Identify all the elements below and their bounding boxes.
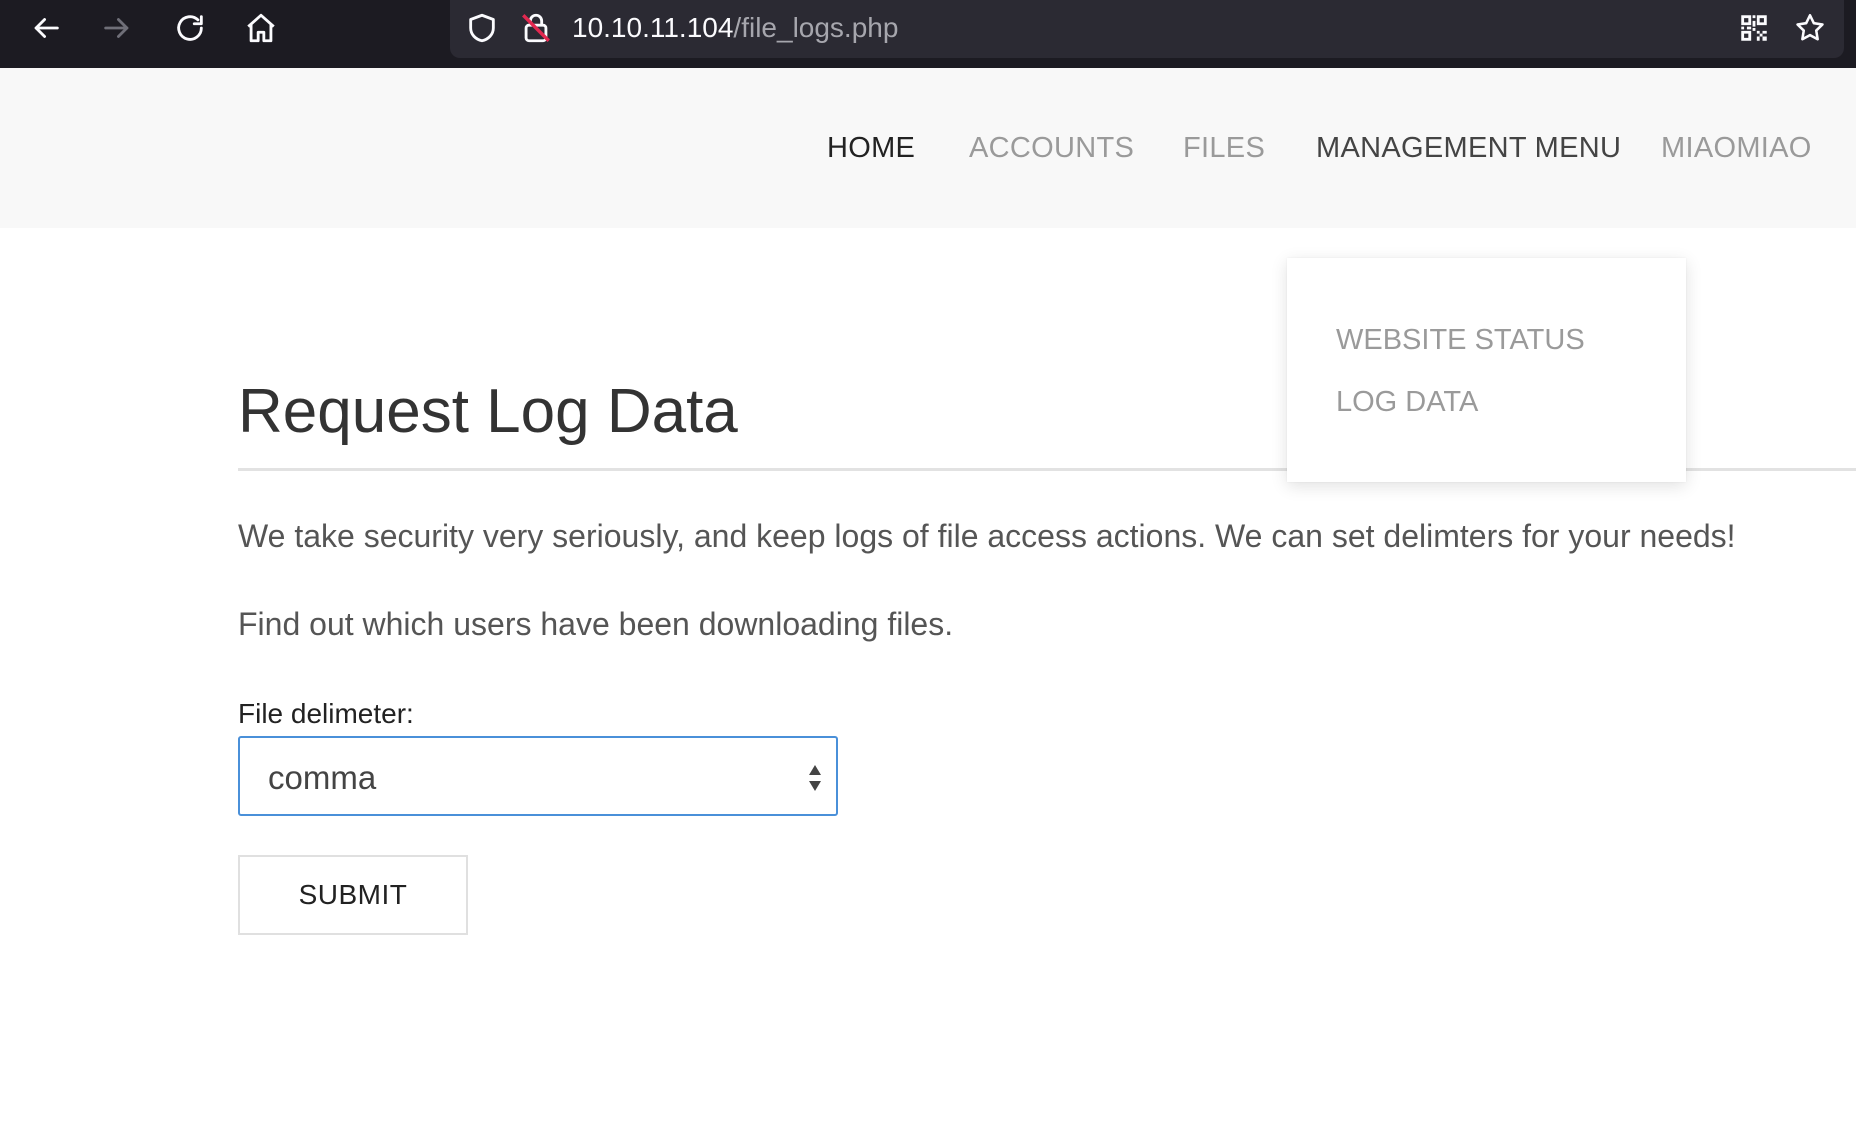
reload-icon — [177, 15, 203, 41]
home-icon — [247, 13, 275, 43]
forward-button[interactable] — [89, 6, 145, 50]
bookmark-button[interactable] — [1790, 8, 1830, 48]
url-host: 10.10.11.104 — [572, 12, 734, 43]
qr-code-button[interactable] — [1734, 8, 1774, 48]
home-button[interactable] — [233, 6, 289, 50]
submit-button[interactable]: SUBMIT — [238, 855, 468, 935]
delimiter-select[interactable]: comma — [238, 736, 838, 816]
nav-files[interactable]: FILES — [1183, 128, 1265, 168]
delimiter-selected-value: comma — [268, 759, 377, 796]
intro-paragraph: We take security very seriously, and kee… — [238, 518, 1736, 554]
qr-code-icon — [1741, 15, 1767, 41]
tracking-protection-button[interactable] — [462, 8, 502, 48]
lock-insecure-icon — [522, 13, 550, 43]
nav-home[interactable]: HOME — [827, 128, 915, 168]
dropdown-item-log-data[interactable]: LOG DATA — [1336, 382, 1478, 422]
url-path: /file_logs.php — [733, 12, 899, 43]
shield-icon — [469, 13, 495, 43]
nav-management-menu[interactable]: MANAGEMENT MENU — [1316, 128, 1621, 168]
nav-miaomiao[interactable]: MIAOMIAO — [1661, 128, 1812, 168]
arrow-left-icon — [34, 18, 59, 38]
browser-toolbar: 10.10.11.104/file_logs.php — [0, 0, 1856, 68]
select-arrows-icon — [809, 765, 821, 791]
url-text: 10.10.11.104/file_logs.php — [572, 8, 898, 48]
page-title: Request Log Data — [238, 377, 738, 446]
reload-button[interactable] — [162, 6, 218, 50]
nav-accounts[interactable]: ACCOUNTS — [969, 128, 1134, 168]
delimiter-label: File delimeter: — [238, 698, 414, 729]
star-icon — [1796, 13, 1824, 41]
management-dropdown: WEBSITE STATUS LOG DATA — [1287, 258, 1686, 482]
site-security-button[interactable] — [516, 8, 556, 48]
back-button[interactable] — [18, 6, 74, 50]
arrow-right-icon — [104, 18, 129, 38]
dropdown-item-website-status[interactable]: WEBSITE STATUS — [1336, 320, 1585, 360]
description-paragraph: Find out which users have been downloadi… — [238, 606, 954, 642]
